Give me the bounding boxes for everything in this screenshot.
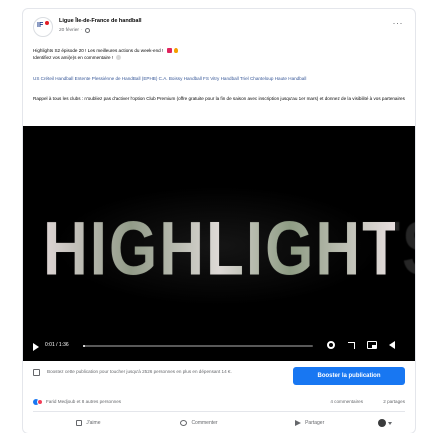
page-avatar[interactable]: IF xyxy=(33,17,53,37)
fullscreen-icon[interactable] xyxy=(348,342,355,349)
share-icon xyxy=(295,420,302,426)
boost-text: Boostez cette publication pour toucher j… xyxy=(47,369,232,374)
settings-gear-icon[interactable] xyxy=(327,341,335,349)
post-text: Highlights S2 épisode 20 ! Les meilleure… xyxy=(33,47,405,61)
shares-count[interactable]: 2 partages xyxy=(383,399,405,404)
logo-dot-icon xyxy=(45,21,49,25)
post-reminder: Rappel à tous les clubs : n'oubliez pas … xyxy=(33,96,405,101)
picture-in-picture-icon[interactable] xyxy=(367,341,377,349)
league-logo-icon: IF xyxy=(37,22,44,29)
heart-emoji-icon xyxy=(166,48,172,54)
comment-label: Commenter xyxy=(191,420,218,426)
share-label: Partager xyxy=(305,420,325,426)
more-options-icon[interactable]: ··· xyxy=(393,19,404,28)
boost-post-button[interactable]: Booster la publication xyxy=(293,367,405,385)
fire-emoji-icon xyxy=(173,48,178,54)
divider xyxy=(33,411,405,412)
play-icon[interactable] xyxy=(33,343,39,351)
post-text-line2: Identifiez vos ami(e)s en commentaire ! xyxy=(33,55,114,60)
video-overlay-title: HIGHLIGHTS xyxy=(43,207,415,292)
caret-down-icon xyxy=(388,421,393,425)
thumbs-up-icon xyxy=(76,420,83,426)
video-player[interactable]: HIGHLIGHTS 0:01 / 1:36 xyxy=(23,126,415,361)
boost-info-icon xyxy=(33,369,40,376)
love-reaction-icon[interactable] xyxy=(37,399,43,405)
comment-button[interactable]: Commenter xyxy=(144,414,255,432)
boost-row: Boostez cette publication pour toucher j… xyxy=(33,365,405,393)
post-tags[interactable]: US Créteil Handball Entente Plessiénne d… xyxy=(33,75,405,82)
like-button[interactable]: J'aime xyxy=(33,414,144,432)
volume-icon[interactable] xyxy=(389,341,395,349)
video-controls: 0:01 / 1:36 xyxy=(23,333,415,361)
page-name[interactable]: Ligue Île-de-France de handball xyxy=(59,18,142,24)
smile-emoji-icon xyxy=(116,55,122,61)
comments-count[interactable]: 4 commentaires xyxy=(330,399,363,404)
post-header: IF Ligue Île-de-France de handball 20 fé… xyxy=(33,17,405,43)
post-meta: 20 février · xyxy=(59,28,90,33)
globe-icon xyxy=(84,28,90,33)
profile-avatar xyxy=(378,419,387,427)
video-progress-fill xyxy=(83,345,86,347)
comment-icon xyxy=(180,420,188,426)
profile-switcher[interactable] xyxy=(365,414,405,432)
like-label: J'aime xyxy=(86,420,101,426)
action-bar: J'aime Commenter Partager xyxy=(33,414,405,432)
post-card: IF Ligue Île-de-France de handball 20 fé… xyxy=(22,8,416,433)
post-text-line1: Highlights S2 épisode 20 ! Les meilleure… xyxy=(33,48,164,53)
share-button[interactable]: Partager xyxy=(254,414,365,432)
reactions-bar: Farid Medjoub et 8 autres personnes 4 co… xyxy=(33,399,405,409)
video-progress-bar[interactable] xyxy=(83,345,313,347)
video-time: 0:01 / 1:36 xyxy=(45,342,69,348)
reactions-summary[interactable]: Farid Medjoub et 8 autres personnes xyxy=(46,399,121,404)
post-date[interactable]: 20 février xyxy=(59,28,79,33)
